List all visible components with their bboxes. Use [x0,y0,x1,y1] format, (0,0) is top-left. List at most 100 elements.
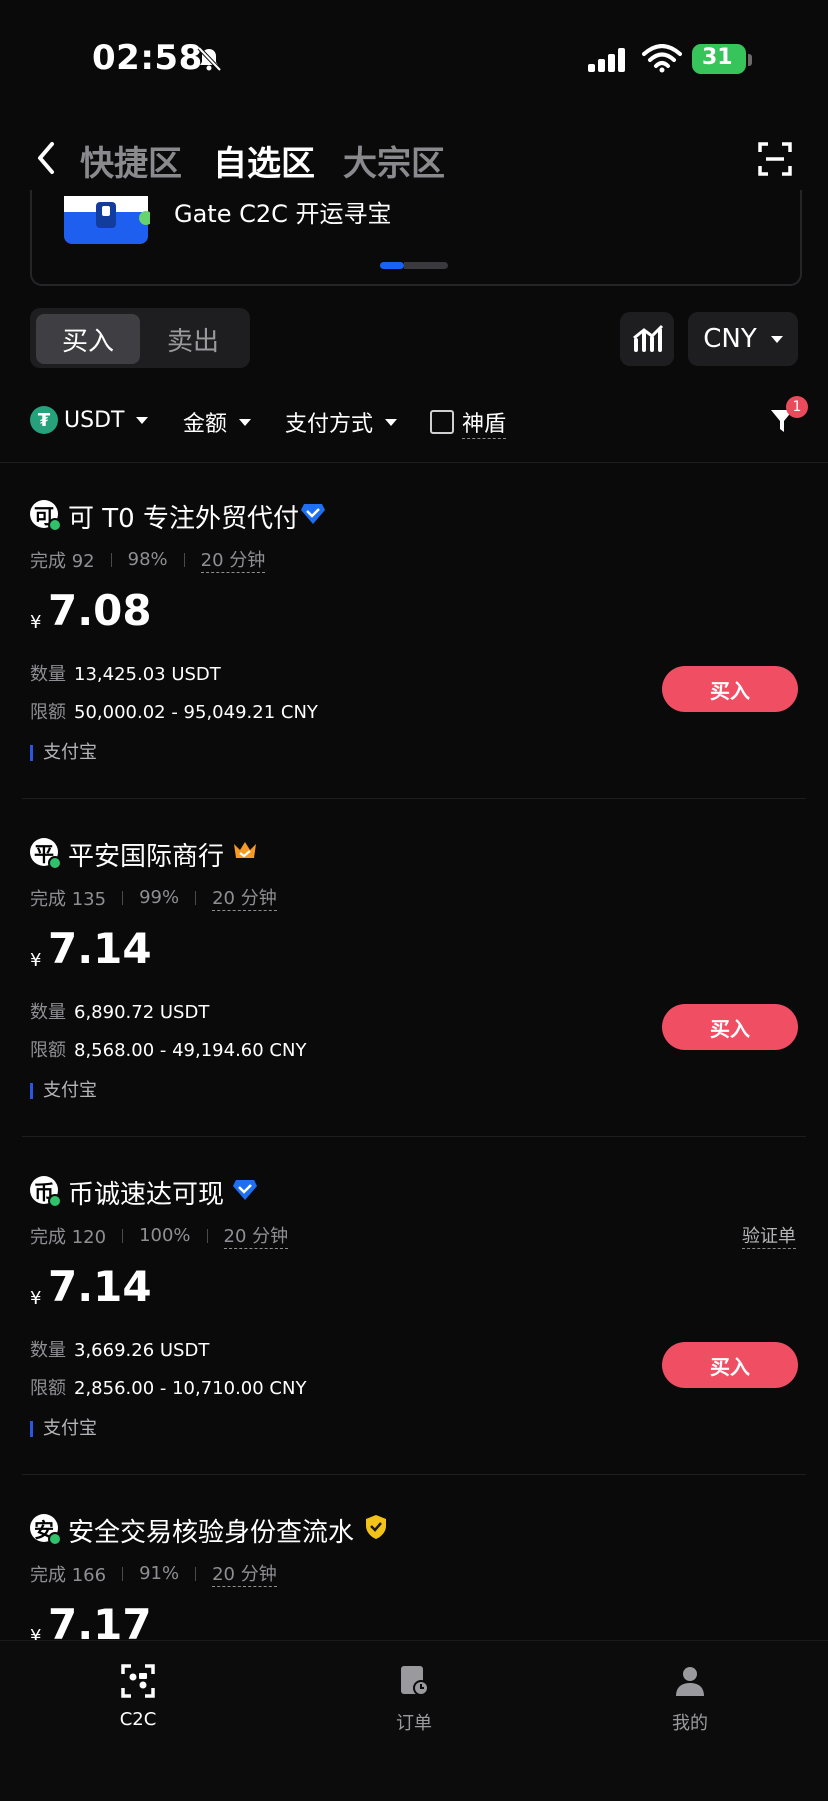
quantity-value: 6,890.72 USDT [74,1002,210,1023]
battery-level: 31 [702,45,733,70]
completion-rate: 98% [127,549,168,570]
orders-icon [401,1666,429,1696]
wifi-icon [642,44,682,73]
gold-shield-icon [366,1515,386,1539]
amount-filter[interactable]: 金额 [183,406,252,438]
avg-release-time: 20 分钟 [200,546,266,573]
quantity-value: 13,425.03 USDT [74,664,221,685]
quantity-row: 数量 13,425.03 USDT [30,660,221,686]
merchant-stats: 完成 120 100% 20 分钟 [30,1222,289,1249]
back-chevron-icon[interactable] [34,140,58,176]
battery-tip [748,54,752,66]
merchant-stats: 完成 135 99% 20 分钟 [30,884,277,911]
nav-orders-label: 订单 [396,1713,432,1734]
quantity-value: 3,669.26 USDT [74,1340,210,1361]
mute-bell-icon [197,46,222,72]
online-status-dot [48,856,62,870]
banner-title: Gate C2C 开运寻宝 [174,200,392,228]
quantity-label: 数量 [30,1340,66,1361]
user-icon [676,1667,704,1696]
completion-rate: 100% [139,1225,191,1246]
nav-profile-label: 我的 [672,1713,708,1734]
verified-diamond-icon [233,1180,257,1200]
scan-icon[interactable] [758,142,792,176]
status-time: 02:58 [92,38,203,78]
chart-icon [633,324,664,352]
price: 7.14 [48,1262,152,1311]
payment-method: 支付宝 [30,1076,97,1102]
currency-symbol: ¥ [30,612,42,633]
completed-count: 完成 135 [30,888,107,910]
limit-row: 限额 8,568.00 - 49,194.60 CNY [30,1036,306,1062]
merchant-name[interactable]: 平安国际商行 [68,836,224,873]
shield-checkbox[interactable] [430,410,454,434]
payment-method: 支付宝 [30,738,97,764]
treasure-chest-icon [64,196,150,244]
online-status-dot [48,518,62,532]
limit-label: 限额 [30,1378,66,1399]
buy-button[interactable]: 买入 [662,1004,798,1050]
nav-c2c[interactable]: C2C [78,1658,198,1730]
limit-label: 限额 [30,702,66,723]
limit-label: 限额 [30,1040,66,1061]
payment-label: 支付宝 [43,1080,97,1101]
merchant-name[interactable]: 安全交易核验身份查流水 [68,1512,354,1549]
coin-label: USDT [64,407,125,433]
online-status-dot [48,1194,62,1208]
currency-label: CNY [703,324,757,354]
verified-diamond-icon [301,504,325,524]
chevron-down-icon [385,418,398,426]
merchant-stats: 完成 92 98% 20 分钟 [30,546,266,573]
currency-symbol: ¥ [30,950,42,971]
chart-button[interactable] [620,312,674,366]
nav-profile[interactable]: 我的 [630,1658,750,1735]
limit-value: 2,856.00 - 10,710.00 CNY [74,1378,307,1399]
divider [0,462,828,463]
tab-favorites[interactable]: 自选区 [213,136,315,185]
quantity-row: 数量 3,669.26 USDT [30,1336,209,1362]
quantity-label: 数量 [30,664,66,685]
merchant-name[interactable]: 币诚速达可现 [68,1174,224,1211]
currency-select[interactable]: CNY [688,312,798,366]
shield-label[interactable]: 神盾 [462,406,507,439]
limit-value: 50,000.02 - 95,049.21 CNY [74,702,318,723]
completed-count: 完成 120 [30,1226,107,1248]
sell-tab[interactable]: 卖出 [140,314,246,364]
filter-count-badge: 1 [786,396,808,418]
verify-order-link[interactable]: 验证单 [742,1222,796,1249]
merchant-name[interactable]: 可 T0 专注外贸代付 [68,498,299,535]
completed-count: 完成 166 [30,1564,107,1586]
quantity-label: 数量 [30,1002,66,1023]
carousel-track [404,262,448,269]
payment-filter[interactable]: 支付方式 [285,406,398,438]
divider [22,1474,806,1475]
avg-release-time: 20 分钟 [212,884,277,911]
buy-tab[interactable]: 买入 [36,314,140,364]
divider [22,798,806,799]
tab-quick[interactable]: 快捷区 [80,136,182,185]
completion-rate: 99% [139,887,180,908]
limit-row: 限额 50,000.02 - 95,049.21 CNY [30,698,318,724]
completed-count: 完成 92 [30,550,95,572]
merchant-stats: 完成 166 91% 20 分钟 [30,1560,277,1587]
buy-button[interactable]: 买入 [662,1342,798,1388]
payment-label: 支付方式 [285,412,374,437]
online-status-dot [48,1532,62,1546]
nav-orders[interactable]: 订单 [354,1658,474,1735]
limit-value: 8,568.00 - 49,194.60 CNY [74,1040,307,1061]
avg-release-time: 20 分钟 [223,1222,289,1249]
completion-rate: 91% [139,1563,180,1584]
coin-filter[interactable]: ₮ USDT [30,406,149,434]
buy-button[interactable]: 买入 [662,666,798,712]
chevron-down-icon [770,335,783,343]
chevron-down-icon [136,416,149,424]
avg-release-time: 20 分钟 [212,1560,277,1587]
merchant-crown-icon [234,842,256,858]
carousel-dot-active [380,262,404,269]
payment-label: 支付宝 [43,1418,97,1439]
price: 7.08 [48,586,152,635]
currency-symbol: ¥ [30,1288,42,1309]
tab-block[interactable]: 大宗区 [343,136,445,185]
cellular-signal-icon [588,48,625,72]
price: 7.14 [48,924,152,973]
